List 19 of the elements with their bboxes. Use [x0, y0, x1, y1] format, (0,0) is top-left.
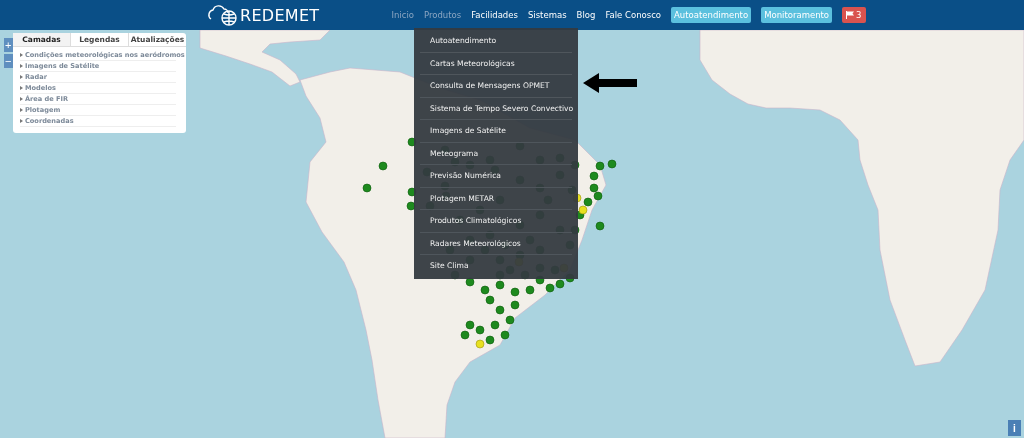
caret-icon: [20, 108, 23, 112]
caret-icon: [20, 53, 23, 57]
cloud-globe-icon: [205, 3, 239, 27]
left-arrow-icon: [583, 73, 637, 93]
caret-icon: [20, 75, 23, 79]
caret-icon: [20, 119, 23, 123]
nav-link[interactable]: Fale Conosco: [605, 10, 662, 20]
caret-icon: [20, 97, 23, 101]
nav-link[interactable]: Blog: [576, 10, 596, 20]
alert-button[interactable]: 3: [842, 7, 866, 23]
nav-link[interactable]: Sistemas: [527, 10, 567, 20]
flag-icon: [846, 11, 855, 19]
caret-icon: [20, 86, 23, 90]
nav-link[interactable]: Facilidades: [471, 10, 518, 20]
info-button[interactable]: i: [1008, 420, 1021, 436]
caret-icon: [20, 64, 23, 68]
nav-link[interactable]: Inicio: [391, 10, 414, 20]
redemet-logo[interactable]: REDEMET: [205, 3, 320, 27]
nav-link[interactable]: Produtos: [423, 10, 462, 20]
